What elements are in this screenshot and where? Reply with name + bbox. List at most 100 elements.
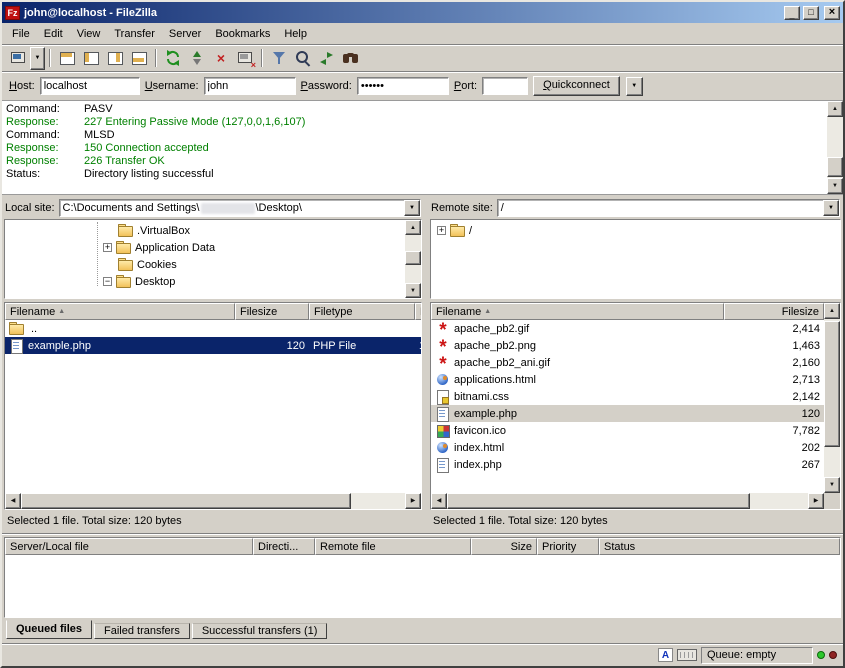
- scroll-thumb[interactable]: [447, 493, 750, 509]
- sync-browsing-button[interactable]: [315, 47, 339, 70]
- scroll-thumb[interactable]: [405, 251, 421, 265]
- scroll-up-button[interactable]: ▲: [827, 101, 843, 117]
- scroll-down-button[interactable]: ▼: [824, 477, 840, 493]
- host-input[interactable]: [40, 77, 140, 95]
- folder-icon: [118, 258, 133, 271]
- scroll-track[interactable]: [21, 493, 405, 509]
- local-site-dropdown-button[interactable]: ▼: [404, 200, 420, 216]
- port-input[interactable]: [482, 77, 528, 95]
- tab-successful-transfers[interactable]: Successful transfers (1): [192, 623, 328, 639]
- remote-list-body: *apache_pb2.gif2,414 *apache_pb2.png1,46…: [431, 320, 824, 493]
- tree-item-virtualbox[interactable]: .VirtualBox: [5, 222, 405, 239]
- scroll-right-button[interactable]: ▶: [405, 493, 421, 509]
- toggle-queue-button[interactable]: [127, 47, 151, 70]
- menu-edit[interactable]: Edit: [37, 25, 70, 43]
- message-log: Command:PASV Response:227 Entering Passi…: [2, 100, 843, 194]
- scroll-up-button[interactable]: ▲: [405, 220, 421, 235]
- quickconnect-button[interactable]: Quickconnect: [533, 76, 620, 96]
- scroll-thumb[interactable]: [824, 321, 840, 447]
- column-header-filename[interactable]: Filename▲: [431, 303, 724, 320]
- remote-site-combobox[interactable]: / ▼: [497, 199, 840, 217]
- message-log-lines: Command:PASV Response:227 Entering Passi…: [2, 101, 827, 194]
- remote-file-list: Filename▲ Filesize *apache_pb2.gif2,414 …: [430, 302, 841, 510]
- tab-queued-files[interactable]: Queued files: [6, 620, 92, 639]
- scroll-thumb[interactable]: [827, 157, 843, 177]
- tree-item-application-data[interactable]: +Application Data: [5, 239, 405, 256]
- table-row-parent-dir[interactable]: ..: [5, 320, 421, 337]
- menu-view[interactable]: View: [70, 25, 108, 43]
- username-input[interactable]: [204, 77, 296, 95]
- column-header-filesize[interactable]: Filesize: [235, 303, 309, 320]
- password-input[interactable]: [357, 77, 449, 95]
- table-row-example-php[interactable]: example.php120: [431, 405, 824, 422]
- column-header-last-modified[interactable]: L: [415, 303, 421, 320]
- scroll-track[interactable]: [405, 235, 421, 283]
- column-header-size[interactable]: Size: [471, 538, 537, 555]
- app-icon[interactable]: Fz: [5, 6, 20, 20]
- expander-plus-icon[interactable]: +: [437, 226, 446, 235]
- expander-minus-icon[interactable]: −: [103, 277, 112, 286]
- tree-item-desktop[interactable]: −Desktop: [5, 273, 405, 290]
- menu-bookmarks[interactable]: Bookmarks: [208, 25, 277, 43]
- table-row[interactable]: index.php267: [431, 456, 824, 473]
- toggle-remote-tree-button[interactable]: [103, 47, 127, 70]
- column-header-filename[interactable]: Filename▲: [5, 303, 235, 320]
- maximize-button[interactable]: □: [803, 6, 819, 20]
- scroll-down-button[interactable]: ▼: [827, 178, 843, 194]
- queue-pane-icon: [130, 49, 148, 67]
- scroll-left-button[interactable]: ◀: [5, 493, 21, 509]
- file-name: bitnami.css: [454, 391, 509, 403]
- table-row[interactable]: *apache_pb2.png1,463: [431, 337, 824, 354]
- table-row[interactable]: index.html202: [431, 439, 824, 456]
- scroll-track[interactable]: [827, 117, 843, 178]
- disconnect-button[interactable]: ×: [233, 47, 257, 70]
- minimize-button[interactable]: _: [784, 6, 800, 20]
- menu-server[interactable]: Server: [162, 25, 208, 43]
- table-row[interactable]: *apache_pb2.gif2,414: [431, 320, 824, 337]
- site-manager-dropdown[interactable]: ▼: [30, 47, 45, 70]
- table-row[interactable]: bitnami.css2,142: [431, 388, 824, 405]
- tree-item-cookies[interactable]: Cookies: [5, 256, 405, 273]
- cancel-button[interactable]: ×: [209, 47, 233, 70]
- tab-failed-transfers[interactable]: Failed transfers: [94, 623, 190, 639]
- scroll-thumb[interactable]: [21, 493, 351, 509]
- column-header-direction[interactable]: Directi...: [253, 538, 315, 555]
- expander-plus-icon[interactable]: +: [103, 243, 112, 252]
- table-row[interactable]: favicon.ico7,782: [431, 422, 824, 439]
- table-row-example-php[interactable]: example.php 120 PHP File 1: [5, 337, 421, 354]
- process-queue-button[interactable]: [185, 47, 209, 70]
- scroll-track[interactable]: [824, 319, 840, 477]
- column-header-filesize[interactable]: Filesize: [724, 303, 824, 320]
- queue-header: Server/Local file Directi... Remote file…: [5, 538, 840, 555]
- quickconnect-dropdown[interactable]: ▼: [626, 77, 643, 96]
- toggle-message-log-button[interactable]: [55, 47, 79, 70]
- scroll-up-button[interactable]: ▲: [824, 303, 840, 319]
- table-row[interactable]: applications.html2,713: [431, 371, 824, 388]
- column-header-remote-file[interactable]: Remote file: [315, 538, 471, 555]
- toggle-local-tree-button[interactable]: [79, 47, 103, 70]
- scroll-down-button[interactable]: ▼: [405, 283, 421, 298]
- column-header-server-local-file[interactable]: Server/Local file: [5, 538, 253, 555]
- queue-body[interactable]: [5, 555, 840, 617]
- close-button[interactable]: ×: [824, 6, 840, 20]
- menu-file[interactable]: File: [5, 25, 37, 43]
- table-row[interactable]: *apache_pb2_ani.gif2,160: [431, 354, 824, 371]
- log-line-label: Command:: [6, 129, 84, 142]
- refresh-button[interactable]: [161, 47, 185, 70]
- column-header-priority[interactable]: Priority: [537, 538, 599, 555]
- site-manager-button[interactable]: [6, 47, 30, 70]
- filter-button[interactable]: [267, 47, 291, 70]
- column-header-filetype[interactable]: Filetype: [309, 303, 415, 320]
- scroll-right-button[interactable]: ▶: [808, 493, 824, 509]
- scroll-track[interactable]: [447, 493, 808, 509]
- column-header-status[interactable]: Status: [599, 538, 840, 555]
- compare-button[interactable]: [291, 47, 315, 70]
- scroll-left-button[interactable]: ◀: [431, 493, 447, 509]
- menu-transfer[interactable]: Transfer: [107, 25, 162, 43]
- find-button[interactable]: [339, 47, 363, 70]
- remote-site-dropdown-button[interactable]: ▼: [823, 200, 839, 216]
- local-site-combobox[interactable]: C:\Documents and Settings\\Desktop\ ▼: [59, 199, 421, 217]
- menu-help[interactable]: Help: [277, 25, 314, 43]
- tree-item-root[interactable]: +/: [431, 222, 840, 239]
- log-line-text: 227 Entering Passive Mode (127,0,0,1,6,1…: [84, 116, 305, 129]
